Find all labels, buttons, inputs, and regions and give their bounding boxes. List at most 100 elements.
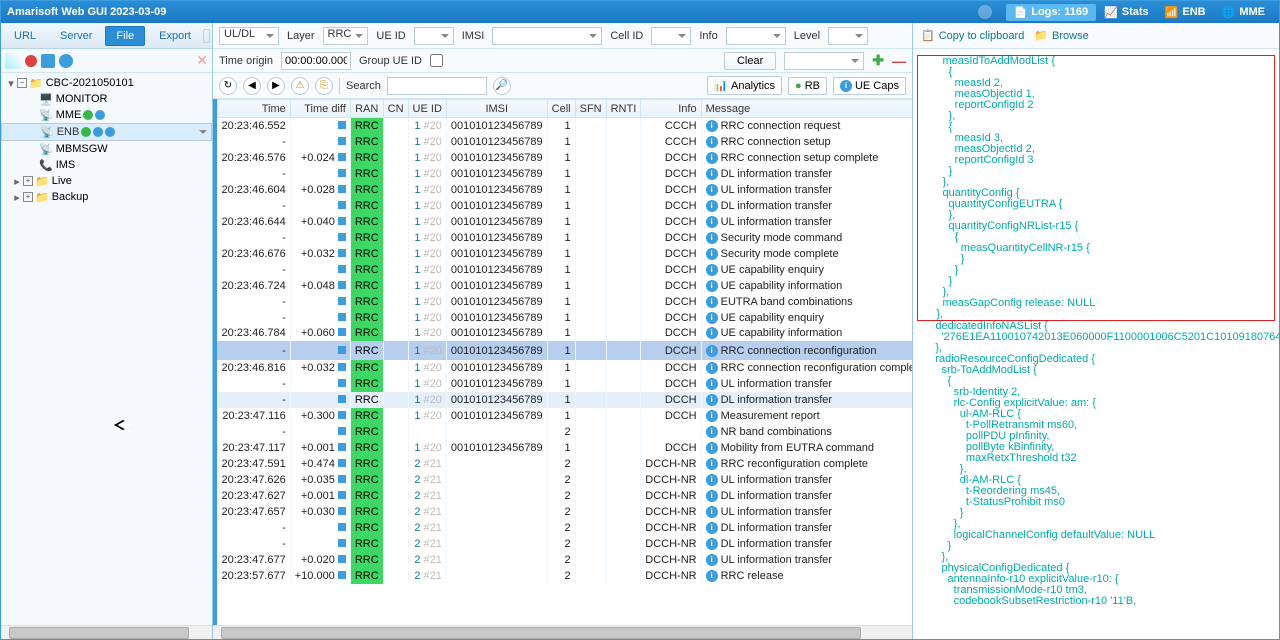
- table-row[interactable]: 20:23:46.576+0.024RRC1 #2000101012345678…: [218, 150, 913, 166]
- col-time-diff[interactable]: Time diff: [290, 100, 350, 118]
- table-row[interactable]: -RRC2 #212DCCH-NRiDL information transfe…: [218, 520, 913, 536]
- action-dot[interactable]: [95, 110, 105, 120]
- enb-tab[interactable]: 📶 ENB: [1157, 4, 1214, 21]
- rb-button[interactable]: ●RB: [788, 77, 827, 95]
- tree-item-mbmsgw[interactable]: 📡 MBMSGW: [1, 141, 212, 157]
- wand-icon[interactable]: [5, 53, 21, 69]
- play-dot[interactable]: [105, 127, 115, 137]
- col-imsi[interactable]: IMSI: [446, 100, 547, 118]
- col-time[interactable]: Time: [218, 100, 291, 118]
- autoscroll-icon[interactable]: ⎘: [315, 77, 333, 95]
- detail-toolbar: 📋Copy to clipboard 📁Browse: [913, 23, 1279, 49]
- table-row[interactable]: 20:23:46.676+0.032RRC1 #2000101012345678…: [218, 246, 913, 262]
- time-origin-input[interactable]: [281, 52, 351, 70]
- center-hscroll[interactable]: [213, 625, 912, 639]
- server-tab[interactable]: Server: [49, 26, 103, 46]
- close-left-icon[interactable]: ✕: [196, 52, 208, 69]
- table-row[interactable]: 20:23:47.657+0.030RRC2 #212DCCH-NRiUL in…: [218, 504, 913, 520]
- table-row[interactable]: -RRC1 #200010101234567891DCCHiDL informa…: [218, 392, 913, 408]
- level-select[interactable]: [828, 27, 868, 45]
- table-row[interactable]: 20:23:57.677+10.000RRC2 #212DCCH-NRiRRC …: [218, 568, 913, 584]
- log-grid[interactable]: TimeTime diffRANCNUE IDIMSICellSFNRNTIIn…: [213, 99, 912, 625]
- table-row[interactable]: 20:23:46.604+0.028RRC1 #2000101012345678…: [218, 182, 913, 198]
- copy-button[interactable]: 📋Copy to clipboard: [921, 29, 1024, 42]
- table-row[interactable]: -RRC1 #200010101234567891DCCHiUE capabil…: [218, 262, 913, 278]
- tree-item-enb[interactable]: 📡 ENB: [1, 123, 212, 141]
- add-filter-icon[interactable]: ✚: [872, 52, 884, 69]
- action-dot[interactable]: [93, 127, 103, 137]
- table-row[interactable]: -RRC1 #200010101234567891DCCHiEUTRA band…: [218, 294, 913, 310]
- info-select[interactable]: [726, 27, 786, 45]
- next-icon[interactable]: ▶: [267, 77, 285, 95]
- collapse-left-icon[interactable]: [978, 5, 992, 19]
- url-tab[interactable]: URL: [3, 26, 47, 46]
- table-row[interactable]: 20:23:47.591+0.474RRC2 #212DCCH-NRiRRC r…: [218, 456, 913, 472]
- logs-tab[interactable]: 📄 Logs: 1169: [1006, 4, 1097, 21]
- binoculars-icon[interactable]: 🔎: [493, 77, 511, 95]
- ueid-select[interactable]: [414, 27, 454, 45]
- col-ran[interactable]: RAN: [350, 100, 383, 118]
- search-input[interactable]: [387, 77, 487, 95]
- stats-tab[interactable]: 📈 Stats: [1096, 4, 1157, 21]
- level-label: Level: [794, 30, 820, 42]
- table-row[interactable]: 20:23:47.626+0.035RRC2 #212DCCH-NRiUL in…: [218, 472, 913, 488]
- file-tab[interactable]: File: [105, 26, 145, 46]
- tree-item-mme[interactable]: 📡 MME: [1, 107, 212, 123]
- uecaps-button[interactable]: iUE Caps: [833, 77, 906, 95]
- col-message[interactable]: Message: [701, 100, 912, 118]
- tree-root[interactable]: ▾− 📁 CBC-2021050101: [1, 75, 212, 91]
- col-ue-id[interactable]: UE ID: [408, 100, 446, 118]
- analytics-button[interactable]: 📊Analytics: [707, 76, 782, 95]
- detail-panel: 📋Copy to clipboard 📁Browse measIdToAddMo…: [913, 23, 1279, 639]
- browse-button[interactable]: 📁Browse: [1034, 29, 1088, 42]
- tree-item-ims[interactable]: 📞 IMS: [1, 157, 212, 173]
- table-row[interactable]: 20:23:46.552RRC1 #200010101234567891CCCH…: [218, 118, 913, 134]
- table-row[interactable]: 20:23:46.816+0.032RRC1 #2000101012345678…: [218, 360, 913, 376]
- col-cn[interactable]: CN: [383, 100, 408, 118]
- col-cell[interactable]: Cell: [547, 100, 575, 118]
- col-info[interactable]: Info: [641, 100, 701, 118]
- remove-filter-icon[interactable]: —: [892, 53, 906, 69]
- imsi-select[interactable]: [492, 27, 602, 45]
- table-row[interactable]: 20:23:47.117+0.001RRC1 #2000101012345678…: [218, 440, 913, 456]
- col-sfn[interactable]: SFN: [575, 100, 606, 118]
- export-button[interactable]: Export: [149, 27, 201, 45]
- table-row[interactable]: 20:23:47.627+0.001RRC2 #212DCCH-NRiDL in…: [218, 488, 913, 504]
- table-row[interactable]: 20:23:47.116+0.300RRC1 #2000101012345678…: [218, 408, 913, 424]
- table-row[interactable]: -RRC1 #200010101234567891DCCHiUE capabil…: [218, 310, 913, 326]
- filter-icon[interactable]: [77, 53, 93, 69]
- table-row[interactable]: 20:23:46.724+0.048RRC1 #2000101012345678…: [218, 278, 913, 294]
- table-row[interactable]: -RRC1 #200010101234567891DCCHiDL informa…: [218, 198, 913, 214]
- col-rnti[interactable]: RNTI: [606, 100, 641, 118]
- file-tree[interactable]: ▾− 📁 CBC-2021050101 🖥️ MONITOR 📡 MME 📡 E: [1, 73, 212, 625]
- stop-icon[interactable]: [25, 55, 37, 67]
- tree-item-monitor[interactable]: 🖥️ MONITOR: [1, 91, 212, 107]
- clock-icon[interactable]: [41, 54, 55, 68]
- uldl-select[interactable]: UL/DL: [219, 27, 279, 45]
- table-row[interactable]: -RRC1 #200010101234567891CCCHiRRC connec…: [218, 134, 913, 150]
- refresh-icon[interactable]: [59, 54, 73, 68]
- table-row[interactable]: -RRC1 #200010101234567891DCCHiDL informa…: [218, 166, 913, 182]
- table-row[interactable]: 20:23:46.644+0.040RRC1 #2000101012345678…: [218, 214, 913, 230]
- table-row[interactable]: -RRC1 #200010101234567891DCCHiUL informa…: [218, 376, 913, 392]
- table-row[interactable]: 20:23:47.677+0.020RRC2 #212DCCH-NRiUL in…: [218, 552, 913, 568]
- layer-select[interactable]: RRC: [323, 27, 369, 45]
- warning-icon[interactable]: ⚠: [291, 77, 309, 95]
- table-row[interactable]: 20:23:46.784+0.060RRC1 #2000101012345678…: [218, 326, 913, 342]
- preset-select[interactable]: [784, 52, 864, 70]
- left-hscroll[interactable]: [1, 625, 212, 639]
- table-row[interactable]: -RRC2 #212DCCH-NRiDL information transfe…: [218, 536, 913, 552]
- detail-text[interactable]: measIdToAddModList { { measId 2, measObj…: [913, 49, 1279, 639]
- tree-backup[interactable]: ▸+ 📁 Backup: [1, 189, 212, 205]
- group-ueid-checkbox[interactable]: [430, 54, 443, 67]
- table-row[interactable]: -RRC1 #200010101234567891DCCHiRRC connec…: [218, 342, 913, 360]
- table-row[interactable]: -RRC 2iNR band combinations: [218, 424, 913, 440]
- table-row[interactable]: -RRC1 #200010101234567891DCCHiSecurity m…: [218, 230, 913, 246]
- tree-live[interactable]: ▸+ 📁 Live: [1, 173, 212, 189]
- export-settings-icon[interactable]: [203, 29, 210, 43]
- clear-button[interactable]: Clear: [724, 52, 776, 70]
- refresh-icon[interactable]: ↻: [219, 77, 237, 95]
- prev-icon[interactable]: ◀: [243, 77, 261, 95]
- cellid-select[interactable]: [651, 27, 691, 45]
- mme-tab[interactable]: 🌐 MME: [1214, 4, 1273, 21]
